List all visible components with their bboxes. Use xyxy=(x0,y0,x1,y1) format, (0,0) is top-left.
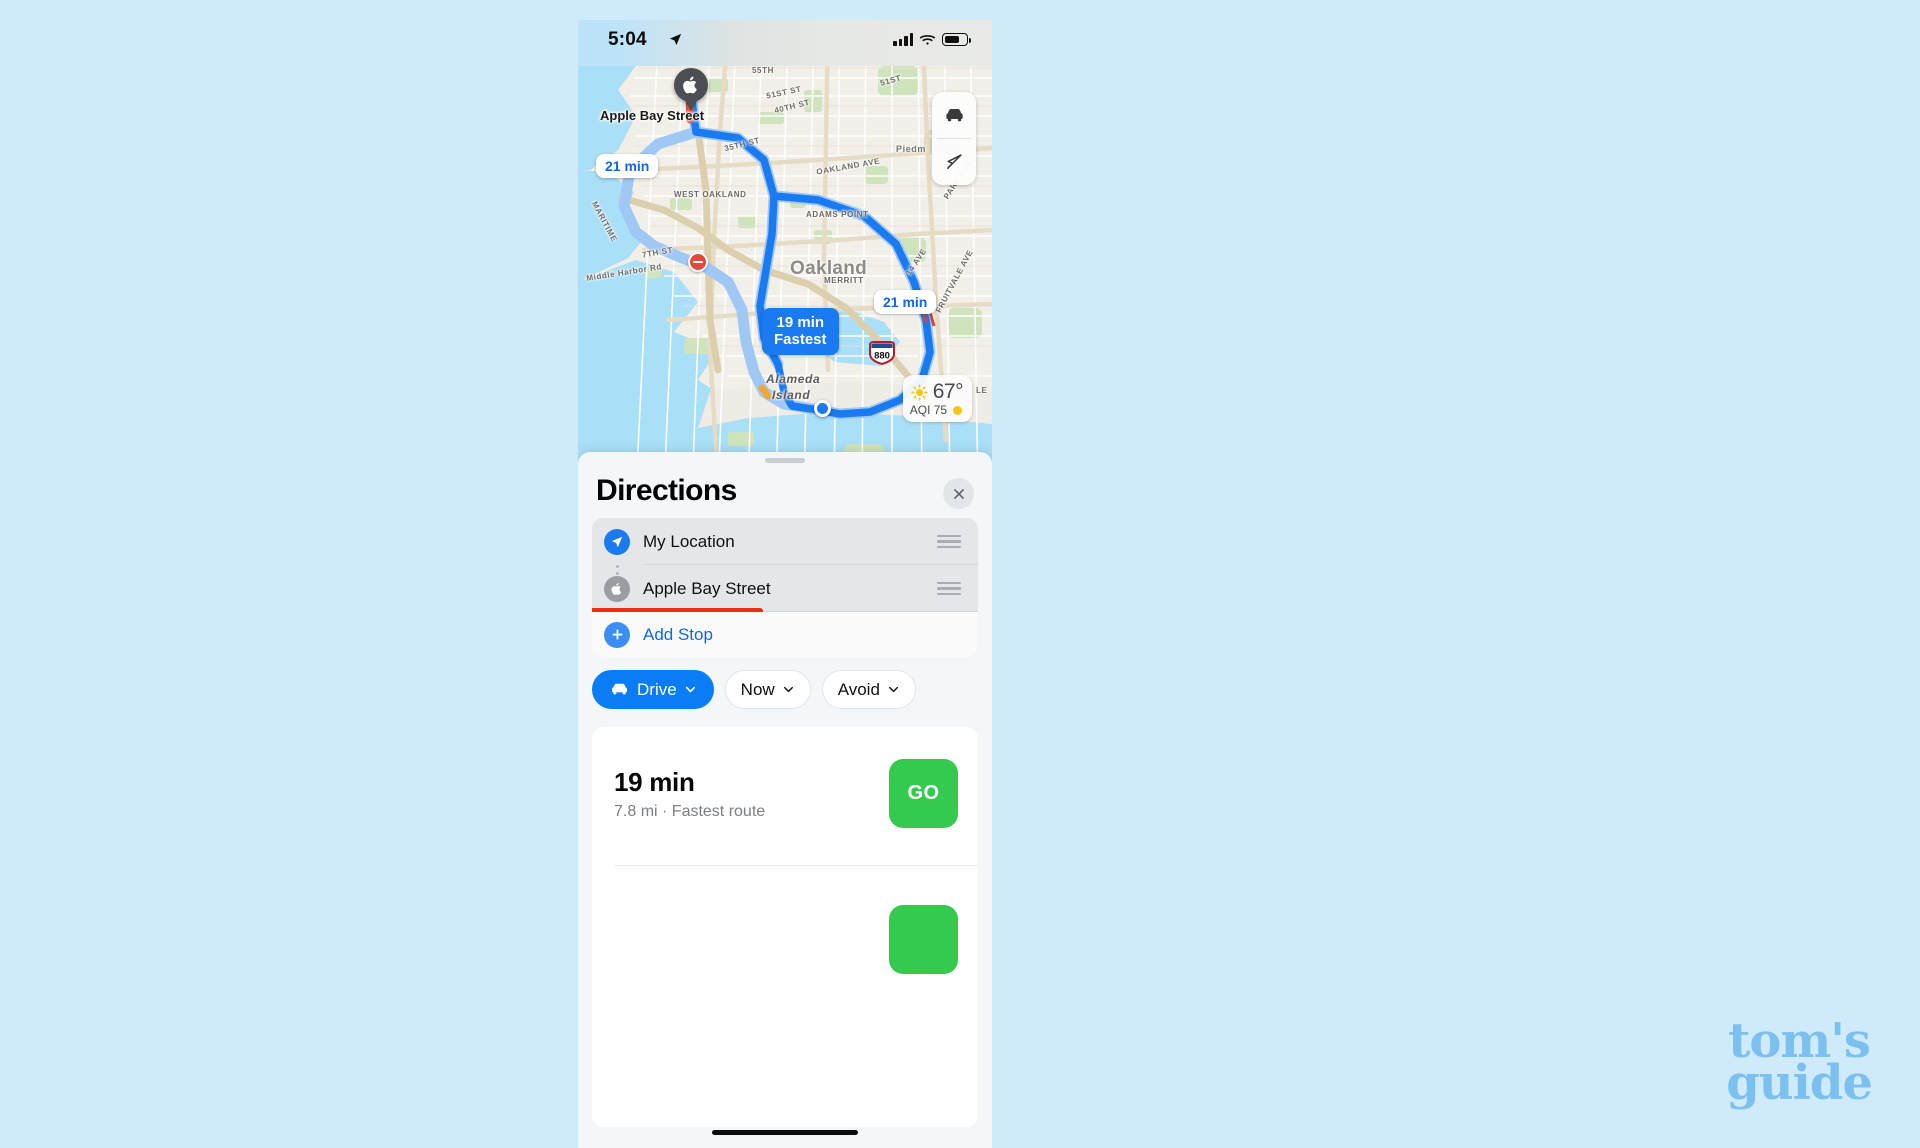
route-row-apple-bay-street-label: Apple Bay Street xyxy=(643,578,771,598)
apple-logo-icon xyxy=(604,575,630,602)
travel-options-row: Drive Now Avoid xyxy=(592,670,916,709)
page-title: Directions xyxy=(596,474,737,507)
route-summary: 19 min 7.8 mi · Fastest route xyxy=(614,767,765,821)
add-stop-row[interactable]: Add Stop xyxy=(592,608,978,657)
plus-circle-icon xyxy=(604,621,630,648)
route-callout-fastest[interactable]: 19 min Fastest xyxy=(762,308,839,355)
home-indicator[interactable] xyxy=(712,1130,858,1135)
route-duration: 19 min xyxy=(614,767,695,797)
map-label-island: Island xyxy=(772,388,811,402)
add-stop-label: Add Stop xyxy=(643,624,713,644)
map-label-adams-point: ADAMS POINT xyxy=(806,210,869,219)
sheet-grabber[interactable] xyxy=(765,458,805,463)
time-now-label: Now xyxy=(740,679,775,699)
route-row-my-location-label: My Location xyxy=(643,531,735,551)
map-label-alameda: Alameda xyxy=(766,372,821,386)
go-button-label: GO xyxy=(907,782,940,804)
status-bar: 5:04 xyxy=(578,20,992,66)
svg-text:880: 880 xyxy=(874,351,890,362)
map-controls[interactable] xyxy=(932,92,976,185)
mode-drive-label: Drive xyxy=(637,679,677,699)
road-closure-icon[interactable] xyxy=(688,252,708,272)
route-callout-alt2[interactable]: 21 min xyxy=(874,290,937,314)
sun-icon xyxy=(911,383,928,401)
car-icon[interactable] xyxy=(932,92,976,138)
aqi-dot-icon xyxy=(953,405,963,415)
go-button-secondary[interactable] xyxy=(889,905,958,974)
chevron-down-icon xyxy=(783,686,793,693)
mode-drive-button[interactable]: Drive xyxy=(592,670,714,709)
route-row-apple-bay-street[interactable]: Apple Bay Street xyxy=(592,565,978,612)
route-callout-fastest-time: 19 min xyxy=(776,314,825,331)
battery-icon xyxy=(942,33,971,46)
phone-screenshot: Oakland WEST OAKLAND ADAMS POINT MERRITT… xyxy=(578,20,992,1148)
avoid-label: Avoid xyxy=(837,679,880,699)
car-icon xyxy=(612,683,627,695)
chevron-down-icon xyxy=(888,686,898,693)
map-view[interactable]: Oakland WEST OAKLAND ADAMS POINT MERRITT… xyxy=(578,20,992,490)
weather-badge[interactable]: 67° AQI 75 xyxy=(902,375,972,422)
status-time: 5:04 xyxy=(608,29,647,50)
map-label-55th: 55TH xyxy=(752,66,774,75)
apple-logo-pin-icon[interactable] xyxy=(674,68,708,102)
route-callout-alt1-time: 21 min xyxy=(605,158,650,174)
status-indicators xyxy=(893,33,971,46)
apple-logo-icon xyxy=(683,76,697,94)
reorder-handle-icon[interactable] xyxy=(937,578,961,598)
card-divider xyxy=(614,865,978,866)
route-callout-alt1[interactable]: 21 min xyxy=(596,154,659,178)
route-callout-alt2-time: 21 min xyxy=(883,294,928,310)
watermark-line-2: guide xyxy=(1726,1054,1873,1111)
navigation-arrow-icon[interactable] xyxy=(932,139,976,185)
current-location-dot-icon xyxy=(814,400,831,417)
avoid-button[interactable]: Avoid xyxy=(821,670,916,709)
directions-sheet: Directions My Location Apple Bay Street … xyxy=(578,452,992,1148)
route-callout-fastest-note: Fastest xyxy=(774,331,827,349)
close-button[interactable] xyxy=(943,478,974,509)
map-label-west-oakland: WEST OAKLAND xyxy=(674,190,747,199)
chevron-down-icon xyxy=(685,686,695,693)
reorder-handle-icon[interactable] xyxy=(937,531,961,551)
highway-shield-880: 880 xyxy=(868,340,896,366)
route-details: 7.8 mi · Fastest route xyxy=(614,803,766,820)
destination-pin-label: Apple Bay Street xyxy=(600,108,705,123)
current-location-icon xyxy=(604,528,630,555)
route-row-my-location[interactable]: My Location xyxy=(592,518,978,565)
route-endpoints-list: My Location Apple Bay Street Add Stop xyxy=(592,518,978,657)
map-label-piedmont: Piedm xyxy=(896,144,927,154)
close-icon xyxy=(953,488,964,499)
cellular-bars-icon xyxy=(893,33,913,46)
wifi-icon xyxy=(919,35,936,45)
route-result-card: 19 min 7.8 mi · Fastest route GO xyxy=(592,727,978,1127)
toms-guide-watermark: tom's guide xyxy=(1726,1017,1873,1111)
map-label-merritt: MERRITT xyxy=(824,276,864,285)
weather-temperature: 67° xyxy=(932,380,964,403)
time-now-button[interactable]: Now xyxy=(724,670,811,709)
location-arrow-icon xyxy=(669,33,682,46)
weather-aqi-label: AQI 75 xyxy=(909,403,948,417)
map-label-le: LE xyxy=(976,386,988,395)
go-button[interactable]: GO xyxy=(889,759,958,828)
